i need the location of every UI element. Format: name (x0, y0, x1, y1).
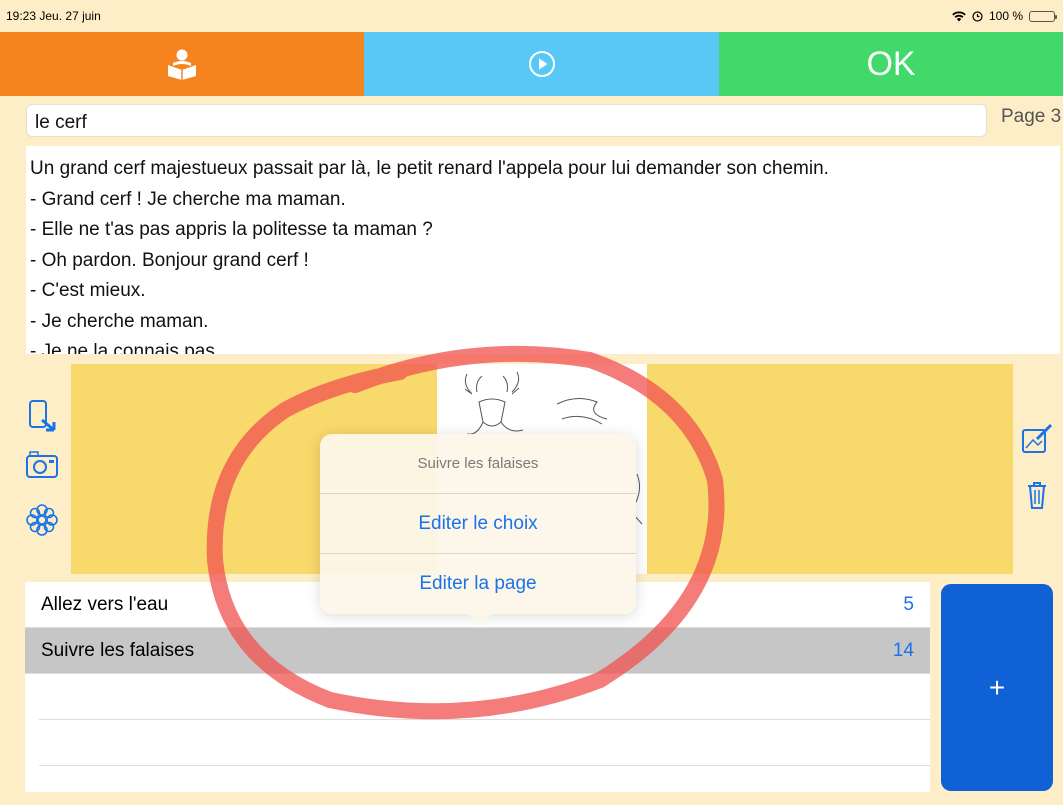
status-right: 100 % (952, 9, 1057, 23)
battery-text: 100 % (988, 9, 1023, 23)
trash-icon (1028, 482, 1046, 509)
story-text-area[interactable]: Un grand cerf majestueux passait par là,… (26, 146, 1060, 354)
page-number-label: Page 3 (1001, 106, 1062, 127)
time-text: 19:23 (6, 9, 37, 23)
story-line: Un grand cerf majestueux passait par là,… (30, 158, 829, 179)
story-line: - Oh pardon. Bonjour grand cerf ! (30, 249, 309, 271)
choice-row-selected[interactable]: Suivre les falaises 14 (25, 628, 930, 674)
empty-choice-row[interactable] (39, 720, 930, 766)
story-line: - Elle ne t'as pas appris la politesse t… (30, 219, 433, 240)
add-choice-button[interactable]: + (941, 584, 1053, 791)
story-line: - C'est mieux. (30, 280, 146, 301)
top-toolbar: OK (0, 32, 1063, 96)
choice-page-number: 14 (892, 639, 914, 661)
page-title-input[interactable]: le cerf (26, 104, 987, 137)
delete-button[interactable] (1020, 478, 1056, 512)
edit-choice-button[interactable]: Editer le choix (320, 494, 636, 554)
alarm-icon (972, 10, 983, 22)
import-icon (29, 400, 56, 432)
edit-image-button[interactable] (1020, 422, 1056, 456)
choice-label: Allez vers l'eau (41, 593, 169, 615)
empty-choice-row[interactable] (39, 674, 930, 720)
wifi-icon (952, 11, 966, 21)
choice-label: Suivre les falaises (41, 639, 195, 661)
story-line: - Grand cerf ! Je cherche ma maman. (30, 188, 346, 210)
play-icon (528, 51, 555, 77)
camera-button[interactable] (24, 450, 60, 484)
import-button[interactable] (24, 398, 60, 432)
story-line: - Je ne la connais pas. (30, 341, 221, 354)
flower-icon (26, 504, 58, 536)
ok-button[interactable]: OK (719, 32, 1063, 96)
popover-title: Suivre les falaises (320, 434, 636, 494)
edit-page-button[interactable]: Editer la page (320, 554, 636, 614)
right-toolbar (1020, 422, 1056, 512)
battery-icon (1029, 10, 1057, 22)
reader-button[interactable] (0, 32, 364, 96)
reader-icon (168, 49, 196, 80)
status-time: 19:23 Jeu. 27 juin (6, 9, 101, 23)
edit-image-icon (1022, 423, 1053, 453)
flower-button[interactable] (24, 502, 60, 536)
left-toolbar (24, 398, 60, 536)
play-button[interactable] (364, 32, 719, 96)
story-line: - Je cherche maman. (30, 310, 209, 332)
date-text: Jeu. 27 juin (39, 9, 101, 23)
camera-icon (26, 451, 58, 478)
choice-page-number: 5 (903, 593, 914, 615)
choice-action-popover: Suivre les falaises Editer le choix Edit… (320, 434, 636, 626)
status-bar: 19:23 Jeu. 27 juin 100 % (0, 0, 1063, 32)
